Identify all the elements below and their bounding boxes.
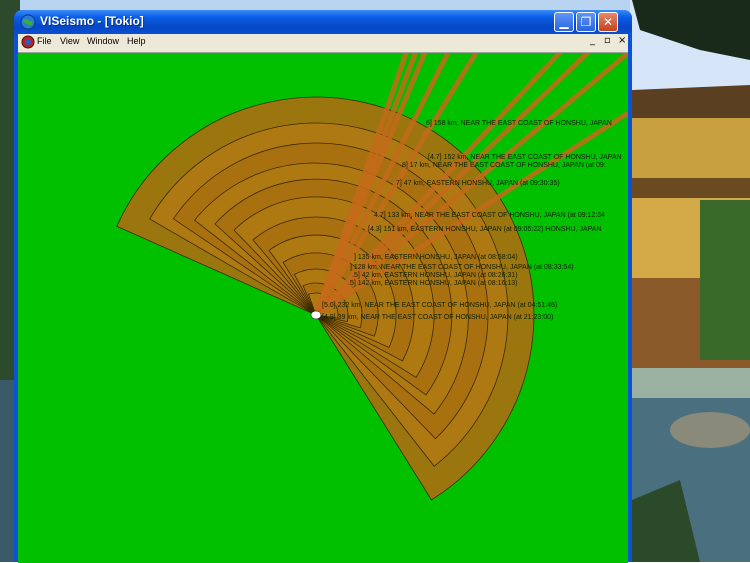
app-window: VISeismo - [Tokio] ▁ ❐ ✕ File View Windo… [14, 10, 632, 563]
seismic-wedge-plot: 6] 158 km, NEAR THE EAST COAST OF HONSHU… [116, 53, 628, 501]
seismo-canvas[interactable]: 6] 158 km, NEAR THE EAST COAST OF HONSHU… [18, 52, 628, 563]
globe-icon [20, 14, 36, 30]
quake-label[interactable]: 8] 17 km, NEAR THE EAST COAST OF HONSHU,… [402, 162, 606, 169]
quake-label[interactable]: .5] 42 km, EASTERN HONSHU, JAPAN (at 08:… [352, 272, 518, 279]
mdi-close-button[interactable]: × [618, 35, 626, 46]
epicenter-marker [310, 310, 322, 320]
close-button[interactable]: ✕ [598, 12, 618, 32]
mdi-restore-button[interactable]: ▫ [604, 35, 611, 46]
quake-label[interactable]: 4.7] 133 km, NEAR THE EAST COAST OF HONS… [374, 212, 605, 219]
mdi-minimize-button[interactable]: _ [590, 35, 595, 46]
menu-view[interactable]: View [60, 36, 79, 46]
maximize-button[interactable]: ❐ [576, 12, 596, 32]
quake-label[interactable]: 7] 47 km, EASTERN HONSHU, JAPAN (at 09:3… [396, 180, 560, 187]
menu-bar: File View Window Help _ ▫ × [18, 34, 628, 52]
menu-help[interactable]: Help [127, 36, 146, 46]
quake-label[interactable]: ] 128 km, NEAR THE EAST COAST OF HONSHU,… [350, 264, 574, 271]
quake-label[interactable]: [5.0] 232 km, NEAR THE EAST COAST OF HON… [322, 302, 557, 309]
document-icon[interactable] [21, 35, 35, 49]
menu-window[interactable]: Window [87, 36, 119, 46]
title-bar[interactable]: VISeismo - [Tokio] ▁ ❐ ✕ [14, 10, 632, 34]
quake-label[interactable]: 6] 158 km, NEAR THE EAST COAST OF HONSHU… [426, 120, 612, 127]
window-title: VISeismo - [Tokio] [40, 14, 144, 28]
quake-label[interactable]: .5] 142 km, EASTERN HONSHU, JAPAN (at 08… [348, 280, 517, 287]
quake-label[interactable]: [4.9] 39 km, NEAR THE EAST COAST OF HONS… [322, 314, 553, 321]
menu-file[interactable]: File [37, 36, 52, 46]
quake-label[interactable]: [4.3] 151 km, EASTERN HONSHU, JAPAN (at … [368, 226, 602, 233]
minimize-button[interactable]: ▁ [554, 12, 574, 32]
quake-label[interactable]: [4.7] 152 km, NEAR THE EAST COAST OF HON… [428, 154, 622, 161]
quake-label[interactable]: ] 135 km, EASTERN HONSHU, JAPAN (at 08:5… [354, 254, 518, 261]
